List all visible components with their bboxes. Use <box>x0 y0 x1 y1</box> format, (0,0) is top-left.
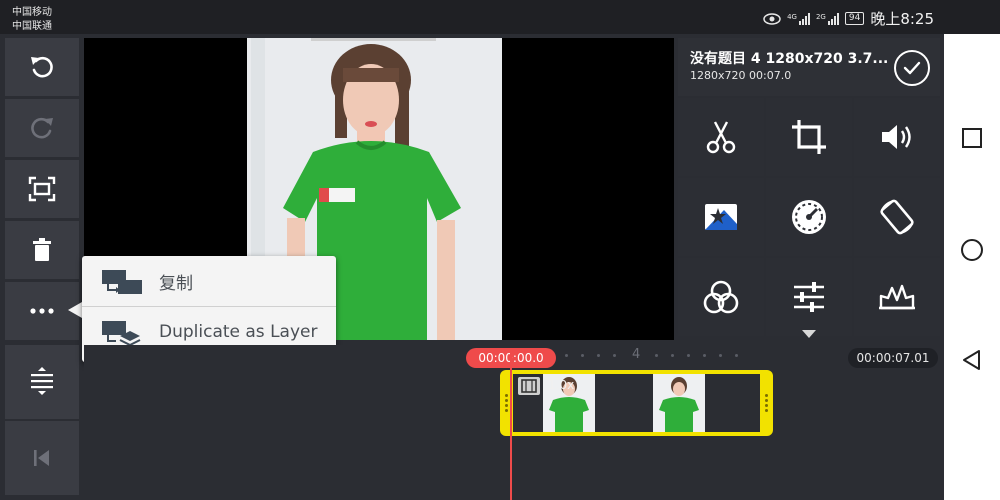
fit-screen-button[interactable] <box>5 160 79 218</box>
audio-waveform-icon <box>879 284 915 310</box>
square-icon <box>962 128 982 148</box>
clip-info-header: 没有题目 4 1280x720 3.7... 1280x720 00:07.0 <box>678 38 940 96</box>
skip-to-start-button[interactable] <box>5 421 79 495</box>
playhead[interactable] <box>510 352 512 500</box>
clip-speed-label: 1.0x <box>548 378 575 392</box>
adjust-button[interactable] <box>766 258 852 336</box>
carrier-2: 中国联通 <box>12 21 52 32</box>
menu-item-label: 复制 <box>159 273 193 294</box>
confirm-button[interactable] <box>894 50 930 86</box>
triangle-back-icon <box>963 350 980 370</box>
clip-right-handle[interactable] <box>765 394 768 412</box>
redo-button[interactable] <box>5 99 79 157</box>
rotate-button[interactable] <box>854 178 940 256</box>
menu-item-label: Duplicate as Layer <box>159 322 318 342</box>
eye-icon <box>763 12 781 25</box>
color-filter-button[interactable] <box>678 258 764 336</box>
crop-button[interactable] <box>766 98 852 176</box>
crop-icon <box>792 120 826 154</box>
delete-button[interactable] <box>5 221 79 279</box>
image-adjust-icon <box>705 204 737 230</box>
circle-icon <box>961 239 983 261</box>
recents-button[interactable] <box>958 124 986 152</box>
signal-4g-icon: 4G <box>787 12 810 25</box>
ruler-label: 4 <box>632 347 641 362</box>
context-menu-arrow <box>68 302 82 318</box>
clip-title: 没有题目 4 1280x720 3.7... <box>690 51 889 67</box>
rotate-icon <box>880 199 914 235</box>
signal-2g-icon: 2G <box>816 12 839 25</box>
trim-split-button[interactable] <box>678 98 764 176</box>
adjust-sliders-icon <box>794 282 824 312</box>
expand-timeline-button[interactable] <box>5 345 79 419</box>
clip-thumbnail <box>653 374 705 432</box>
clip-tool-grid <box>678 98 940 340</box>
checkmark-icon <box>903 61 921 75</box>
undo-button[interactable] <box>5 38 79 96</box>
thumbnail-image <box>653 374 705 432</box>
speed-icon <box>792 200 826 234</box>
skip-to-start-icon <box>34 450 49 466</box>
redo-icon <box>31 117 53 139</box>
duplicate-icon <box>102 270 142 294</box>
image-adjust-button[interactable] <box>678 178 764 256</box>
back-button[interactable] <box>958 346 986 374</box>
system-nav-bar <box>944 34 1000 500</box>
color-filter-icon <box>703 280 739 314</box>
total-time-badge: 00:00:07.01 <box>848 348 938 368</box>
scissors-icon <box>706 121 736 154</box>
timeline-ruler <box>555 354 785 360</box>
clip-left-handle[interactable] <box>505 394 508 412</box>
more-tools-indicator[interactable] <box>802 330 816 338</box>
speed-button[interactable] <box>766 178 852 256</box>
expand-timeline-icon <box>31 367 53 395</box>
clip-subtitle: 1280x720 00:07.0 <box>690 69 792 82</box>
film-icon <box>518 377 540 395</box>
trash-icon <box>33 238 51 261</box>
carrier-1: 中国移动 <box>12 7 52 18</box>
undo-icon <box>31 56 53 78</box>
audio-waveform-button[interactable] <box>854 258 940 336</box>
preview-top-indicator <box>311 38 436 41</box>
menu-item-duplicate[interactable]: 复制 <box>82 256 336 306</box>
volume-button[interactable] <box>854 98 940 176</box>
status-bar: 中国移动 中国联通 4G 2G 94 晚上8:25 <box>0 0 1000 34</box>
clock: 晚上8:25 <box>870 10 934 28</box>
home-button[interactable] <box>958 236 986 264</box>
status-icons: 4G 2G 94 晚上8:25 <box>763 8 934 29</box>
fit-screen-icon <box>28 176 56 202</box>
volume-icon <box>882 125 911 149</box>
battery-indicator: 94 <box>844 12 865 25</box>
duplicate-as-layer-icon <box>102 321 141 347</box>
more-icon <box>30 308 54 314</box>
